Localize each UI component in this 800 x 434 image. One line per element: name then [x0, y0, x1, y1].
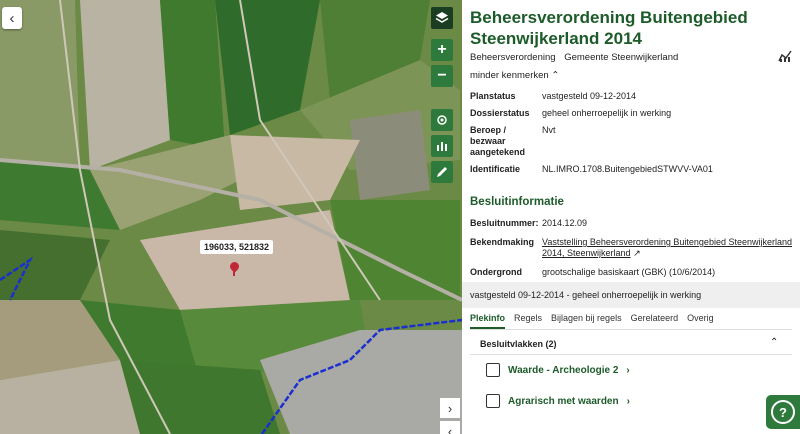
- plan-type: Beheersverordening: [470, 52, 556, 63]
- tab-overig[interactable]: Overig: [687, 313, 714, 329]
- prop-key: Identificatie: [470, 164, 521, 174]
- list-item[interactable]: Waarde - Archeologie 2 ›: [486, 363, 630, 377]
- plan-properties: Planstatus vastgesteld 09-12-2014 Dossier…: [470, 91, 795, 181]
- prop-value: geheel onherroepelijk in werking: [542, 108, 672, 118]
- accordion-divider: [470, 354, 792, 355]
- accordion-header[interactable]: Besluitvlakken (2): [480, 339, 557, 349]
- list-item[interactable]: Agrarisch met waarden ›: [486, 394, 630, 408]
- chevron-right-icon: ›: [626, 395, 630, 407]
- map-nav-arrows: › ‹: [440, 398, 460, 434]
- prop-value: grootschalige basiskaart (GBK) (10/6/201…: [542, 267, 716, 277]
- zoom-in-button[interactable]: +: [431, 39, 453, 61]
- tab-gerelateerd[interactable]: Gerelateerd: [631, 313, 679, 329]
- layers-button[interactable]: [431, 7, 453, 29]
- toggle-properties[interactable]: minder kenmerken ⌃: [470, 70, 559, 81]
- next-arrow-button[interactable]: ›: [440, 398, 460, 418]
- external-link-icon: ↗: [633, 248, 641, 258]
- map-toolbar: + −: [431, 7, 455, 187]
- map-chart-icon[interactable]: [778, 49, 792, 63]
- back-button[interactable]: ‹: [2, 7, 22, 29]
- prop-key: Planstatus: [470, 91, 516, 101]
- help-icon: ?: [771, 400, 795, 424]
- map-view[interactable]: ‹ + − 196033, 521832 › ‹: [0, 0, 462, 434]
- checkbox[interactable]: [486, 394, 500, 408]
- prop-key: Besluitnummer:: [470, 218, 539, 228]
- chart-button[interactable]: [431, 135, 453, 157]
- chevron-right-icon: ›: [626, 364, 630, 376]
- aerial-imagery: [0, 0, 462, 434]
- zoom-out-button[interactable]: −: [431, 65, 453, 87]
- tab-bar: Plekinfo Regels Bijlagen bij regels Gere…: [470, 313, 723, 329]
- list-item-label: Agrarisch met waarden: [508, 395, 619, 407]
- prop-key: Beroep / bezwaar aangetekend: [470, 125, 526, 157]
- prop-value: NL.IMRO.1708.BuitengebiedSTWVV-VA01: [542, 164, 713, 174]
- besluit-properties: Besluitnummer: 2014.12.09 Bekendmaking Vas…: [470, 218, 795, 286]
- besluit-section-title: Besluitinformatie: [470, 196, 564, 208]
- tabs-divider: [470, 329, 792, 330]
- chart-icon: [437, 142, 447, 151]
- help-button[interactable]: ?: [766, 395, 800, 429]
- plan-subline: Beheersverordening Gemeente Steenwijkerl…: [470, 52, 684, 63]
- chevron-up-icon: ⌃: [551, 70, 560, 81]
- page-title: Beheersverordening Buitengebied Steenwij…: [470, 8, 748, 48]
- pencil-icon: [437, 167, 447, 177]
- checkbox[interactable]: [486, 363, 500, 377]
- plan-info-panel: Beheersverordening Buitengebied Steenwij…: [462, 0, 800, 434]
- list-item-label: Waarde - Archeologie 2: [508, 364, 619, 376]
- map-pin-stem: [233, 270, 235, 276]
- locate-button[interactable]: [431, 109, 453, 131]
- prop-key: Ondergrond: [470, 267, 522, 277]
- prop-value: vastgesteld 09-12-2014: [542, 91, 637, 101]
- plan-authority: Gemeente Steenwijkerland: [564, 52, 679, 63]
- toggle-properties-label: minder kenmerken: [470, 70, 549, 81]
- prop-value: 2014.12.09: [542, 218, 588, 228]
- tab-plekinfo[interactable]: Plekinfo: [470, 313, 506, 329]
- locate-icon: [437, 115, 447, 125]
- prop-key: Dossierstatus: [470, 108, 530, 118]
- prop-key: Bekendmaking: [470, 237, 535, 247]
- layers-icon: [435, 12, 449, 23]
- bekendmaking-link[interactable]: Vaststelling Beheersverordening Buitenge…: [542, 237, 792, 258]
- draw-button[interactable]: [431, 161, 453, 183]
- status-strip: vastgesteld 09-12-2014 - geheel onherroe…: [462, 282, 800, 308]
- chevron-up-icon[interactable]: ⌃: [770, 337, 778, 348]
- prev-arrow-button[interactable]: ‹: [440, 421, 460, 434]
- coordinate-label: 196033, 521832: [200, 240, 274, 254]
- prop-value: Nvt: [542, 125, 556, 135]
- tab-bijlagen[interactable]: Bijlagen bij regels: [551, 313, 622, 329]
- tab-regels[interactable]: Regels: [514, 313, 542, 329]
